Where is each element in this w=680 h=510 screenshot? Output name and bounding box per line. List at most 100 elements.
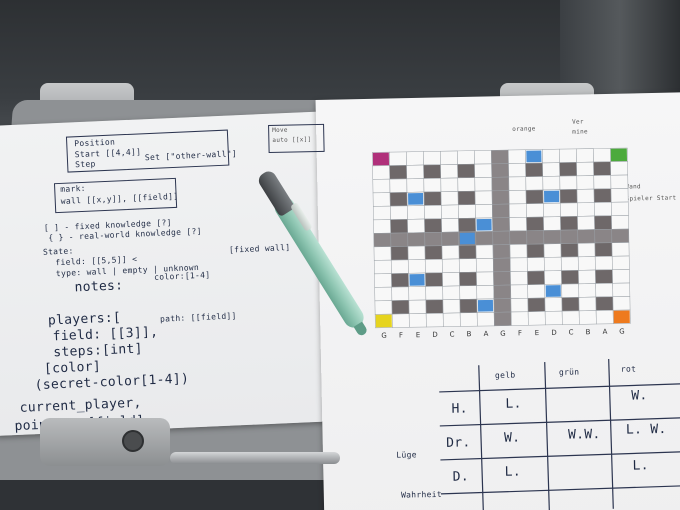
board-cell <box>491 203 510 219</box>
board-cell <box>440 150 458 165</box>
column-letter: A <box>603 328 608 336</box>
board-cell <box>425 299 444 314</box>
note-line-15: current_player, <box>19 395 142 416</box>
board-cell <box>593 175 612 190</box>
board-cell <box>526 216 544 231</box>
board-cell <box>474 150 492 165</box>
score-row3-label: D. <box>452 469 470 485</box>
score-row1-yellow: L. <box>505 396 522 412</box>
board-cell <box>407 245 426 261</box>
board-cell <box>425 285 444 301</box>
board-cell <box>527 297 546 312</box>
board-cell <box>423 150 441 166</box>
board-cell <box>525 189 544 204</box>
board-cell <box>373 246 392 261</box>
board-cell <box>509 230 528 245</box>
board-cell <box>424 258 443 274</box>
board-cell <box>389 192 408 207</box>
board-cell <box>406 164 425 180</box>
board-cell <box>476 312 495 327</box>
column-letter: C <box>449 331 454 339</box>
corner-yellow <box>375 314 392 328</box>
note-line-13: [color] <box>43 359 102 377</box>
board-cell <box>373 219 391 234</box>
board-cell <box>593 148 611 163</box>
board-cell <box>508 189 527 205</box>
board-cell <box>407 218 425 234</box>
board-cell <box>491 149 509 165</box>
board-cell <box>510 284 529 299</box>
board-cell <box>578 269 596 285</box>
board-cell <box>441 245 460 260</box>
color-word: orange <box>512 125 536 133</box>
game-board: GFEDCBAGFEDCBAG <box>360 145 663 350</box>
tray-bar <box>170 452 340 464</box>
board-cell <box>543 256 562 272</box>
board-cell <box>493 311 512 327</box>
corner-orange <box>613 310 630 324</box>
board-cell <box>559 202 578 217</box>
board-cell <box>542 162 561 177</box>
board-cell <box>476 271 494 286</box>
board-cell <box>423 191 442 206</box>
board-cell <box>492 230 511 246</box>
marker-blue <box>408 193 424 205</box>
column-letter: G <box>619 328 625 336</box>
board-cell <box>594 229 613 244</box>
board-cell <box>493 284 512 300</box>
board-cell <box>577 229 596 244</box>
column-letter: G <box>500 330 506 338</box>
note-line-7: notes: <box>74 278 124 296</box>
board-cell <box>372 192 391 207</box>
board-cell <box>594 255 613 271</box>
board-cell <box>406 151 424 166</box>
board-cell <box>595 269 613 284</box>
board-cell <box>390 246 409 261</box>
board-cell <box>559 148 577 163</box>
board-cell <box>491 190 510 205</box>
board-cell <box>373 232 392 248</box>
score-header-green: grün <box>558 367 580 377</box>
board-cell <box>542 148 560 164</box>
board-cell <box>612 269 630 284</box>
corner-green <box>610 148 627 162</box>
board-cell <box>440 204 459 219</box>
board-cell <box>374 300 393 315</box>
board-cell <box>406 178 425 193</box>
board-cell <box>425 312 444 328</box>
board-cell <box>458 217 476 233</box>
board-cell <box>389 178 408 193</box>
board-cell <box>423 177 442 193</box>
board-cell <box>475 244 494 259</box>
board-cell <box>610 188 629 203</box>
board-cell <box>509 257 528 272</box>
latch-screw <box>122 430 144 452</box>
board-cell <box>442 285 461 300</box>
board-cell <box>458 244 477 260</box>
board-cell <box>408 299 427 315</box>
photo-scene: Position Start [[4,4]] Step Set ["other-… <box>0 0 680 510</box>
board-cell <box>424 245 443 260</box>
board-cell <box>576 161 595 177</box>
move-label: Move <box>272 126 288 134</box>
board-cell <box>560 243 579 258</box>
board-cell <box>474 190 493 205</box>
note-line-11: path: [[field]] <box>159 311 237 324</box>
board-cell <box>561 310 580 325</box>
board-cell <box>440 177 459 192</box>
board-cell <box>492 257 511 273</box>
board-cell <box>508 203 527 218</box>
board-cell <box>610 161 628 176</box>
marker-blue <box>477 299 494 312</box>
board-cell <box>527 270 545 285</box>
board-cell <box>509 216 527 232</box>
marker-blue <box>526 150 542 163</box>
board-cell <box>390 259 409 274</box>
board-cell <box>593 188 612 203</box>
board-cell <box>474 204 493 219</box>
board-cell <box>559 175 578 190</box>
board-cell <box>543 229 562 245</box>
board-cell <box>459 298 478 314</box>
board-cell <box>459 312 478 327</box>
score-row2-green: W.W. <box>567 427 601 443</box>
